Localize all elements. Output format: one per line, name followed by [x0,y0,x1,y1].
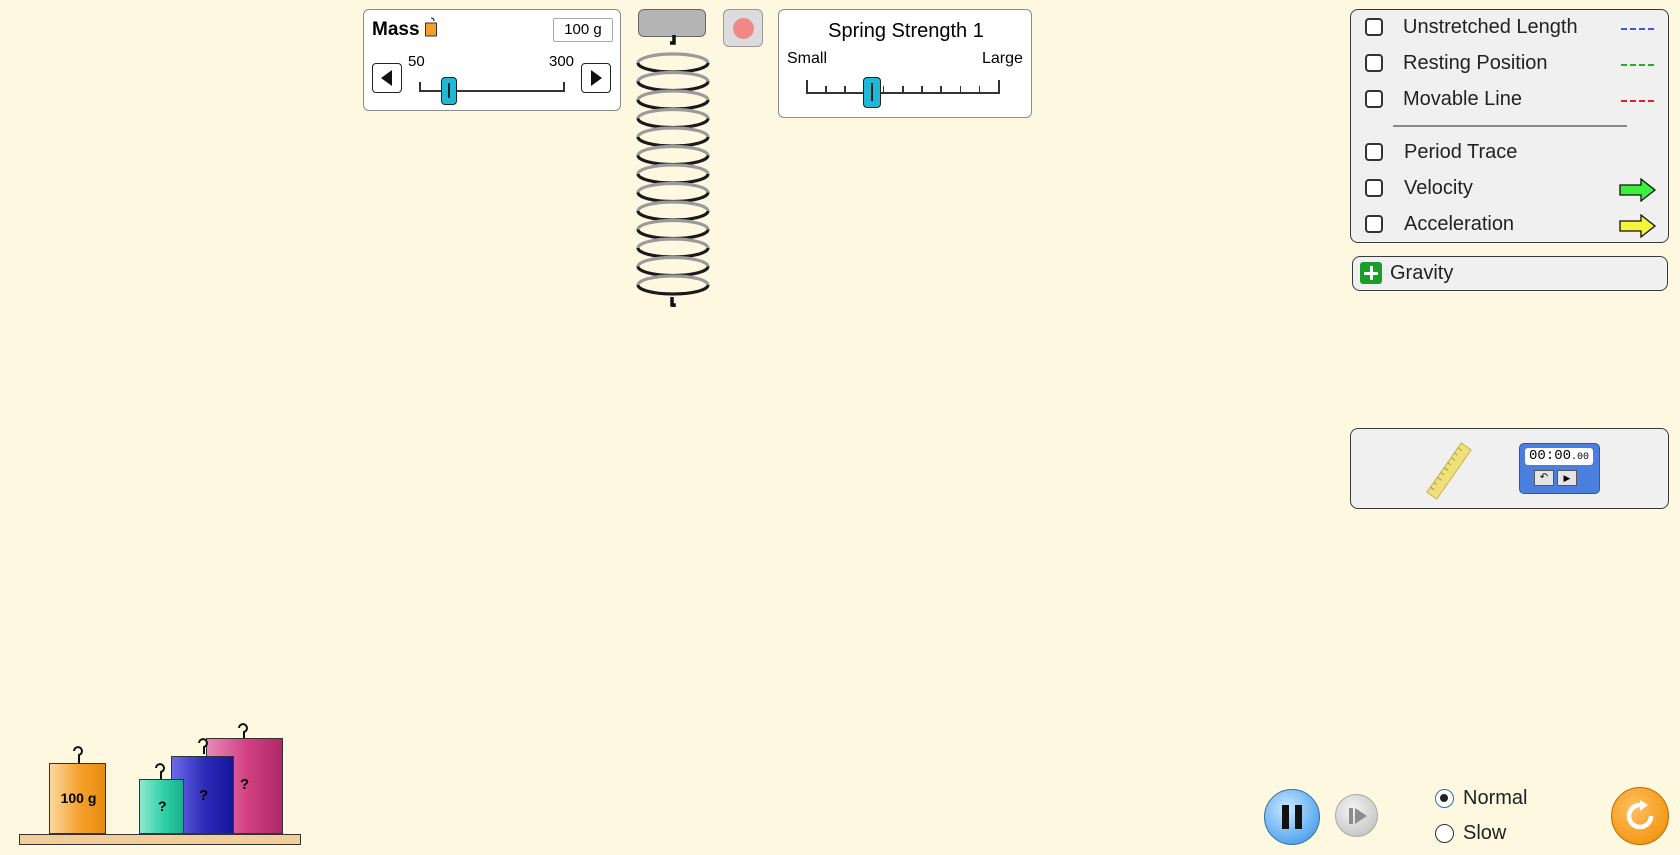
mass-unknown-teal-label: ? [158,798,167,814]
spring-coil-front [636,155,710,166]
spring-coil-front [636,136,710,148]
speed-slow-label: Slow [1463,822,1507,844]
period-trace-checkbox[interactable] [1365,143,1383,161]
velocity-checkbox[interactable] [1365,179,1383,197]
step-forward-button[interactable] [1335,794,1378,837]
pause-icon [1282,805,1304,829]
plus-expand-icon[interactable] [1360,262,1382,284]
mass-increase-button[interactable] [581,63,611,93]
stopwatch-icon[interactable]: 00:00.00 ↶ ▶ [1519,443,1600,494]
spring-coil-front [636,99,710,111]
spring-coil-front [636,173,710,185]
spring-coil-front [636,284,710,296]
stopwatch-time: 00:00 [1528,448,1571,464]
stopwatch-hundredths: .00 [1571,452,1590,463]
spring-slider-tick [806,80,808,94]
step-forward-icon [1349,808,1367,824]
mass-shelf [19,834,301,845]
spring-coil-front [636,192,710,203]
movable-line-label: Movable Line [1403,88,1522,110]
spring-slider-thumb[interactable] [863,77,881,108]
spring-small-label: Small [787,50,828,67]
arrow-left-icon [381,70,392,86]
mass-slider-thumb[interactable] [441,77,457,105]
pause-button[interactable] [1264,789,1320,845]
stop-oscillation-button[interactable] [723,9,763,47]
spring-slider-tick [940,86,942,93]
spring-coil-front [636,266,710,277]
spring-slider-tick [902,86,904,93]
spring-coil [636,35,710,307]
unstretched-length-checkbox[interactable] [1365,18,1383,36]
unstretched-length-label: Unstretched Length [1403,16,1578,38]
resting-position-line-icon [1621,64,1657,66]
spring-slider-tick [825,86,827,93]
mass-max-label: 300 [549,53,575,70]
spring-coil-front [636,62,710,74]
mass-unknown-teal[interactable]: ? [139,779,184,834]
resting-position-checkbox[interactable] [1365,54,1383,72]
mass-unknown-blue-hook [198,738,208,754]
arrow-right-icon [591,70,602,86]
mass-value-display: 100 g [553,18,613,42]
mass-unknown-pink-label: ? [240,776,250,793]
mass-decrease-button[interactable] [372,63,402,93]
reset-button[interactable] [1611,787,1669,845]
period-trace-label: Period Trace [1404,141,1518,163]
mass-weight-icon [424,17,438,42]
movable-line-checkbox[interactable] [1365,90,1383,108]
ruler-icon[interactable] [1417,439,1481,503]
speed-normal-label: Normal [1463,787,1528,809]
mass-slider-tick-max [563,82,565,92]
mass-slider-tick-min [419,82,421,92]
mass-100g[interactable]: 100 g [49,763,106,834]
gravity-panel[interactable]: Gravity [1352,256,1668,291]
mass-100g-hook [73,746,83,763]
acceleration-checkbox[interactable] [1365,215,1383,233]
spring-slider-tick [978,86,981,93]
movable-line-line-icon [1621,100,1657,102]
mass-unknown-blue-label: ? [199,787,209,804]
spring-slider-tick [998,80,1000,94]
stopwatch-play-button: ▶ [1557,470,1577,486]
stop-dot-icon [733,18,754,39]
spring-large-label: Large [982,50,1023,67]
gravity-label: Gravity [1390,262,1454,284]
mass-unknown-teal-hook [155,763,165,779]
stopwatch-reset-button: ↶ [1534,470,1554,486]
spring-coil-front [636,210,710,222]
spring-coil-front [636,81,710,92]
reset-icon [1626,800,1654,830]
spring-slider-tick [921,86,923,93]
speed-slow-radio[interactable] [1435,824,1454,843]
spring-hanger [638,9,706,37]
tools-panel: 00:00.00 ↶ ▶ [1350,428,1669,509]
mass-title: Mass [372,19,420,40]
resting-position-label: Resting Position [1403,52,1548,74]
acceleration-label: Acceleration [1404,213,1515,235]
spring-slider-tick [882,86,885,93]
stopwatch-display: 00:00.00 [1525,448,1593,465]
spring-coil-front [636,118,710,129]
speed-normal-radio[interactable] [1435,789,1454,808]
spring-slider-tick [959,86,962,93]
velocity-arrow-icon [1619,178,1657,202]
display-options-panel: Unstretched Length Resting Position Mova… [1350,9,1669,243]
spring-coil-front [636,247,710,259]
options-divider [1393,125,1627,127]
mass-100g-label: 100 g [60,790,97,806]
unstretched-length-line-icon [1621,28,1657,30]
spring-coil-front [636,229,710,240]
spring-strength-title: Spring Strength 1 [828,20,984,42]
spring-strength-panel: Spring Strength 1 Small Large [778,9,1032,118]
velocity-label: Velocity [1404,177,1473,199]
mass-min-label: 50 [408,53,425,70]
spring-slider-tick [844,86,846,93]
mass-control-panel: Mass 100 g 50 300 [363,9,621,111]
acceleration-arrow-icon [1619,214,1657,238]
